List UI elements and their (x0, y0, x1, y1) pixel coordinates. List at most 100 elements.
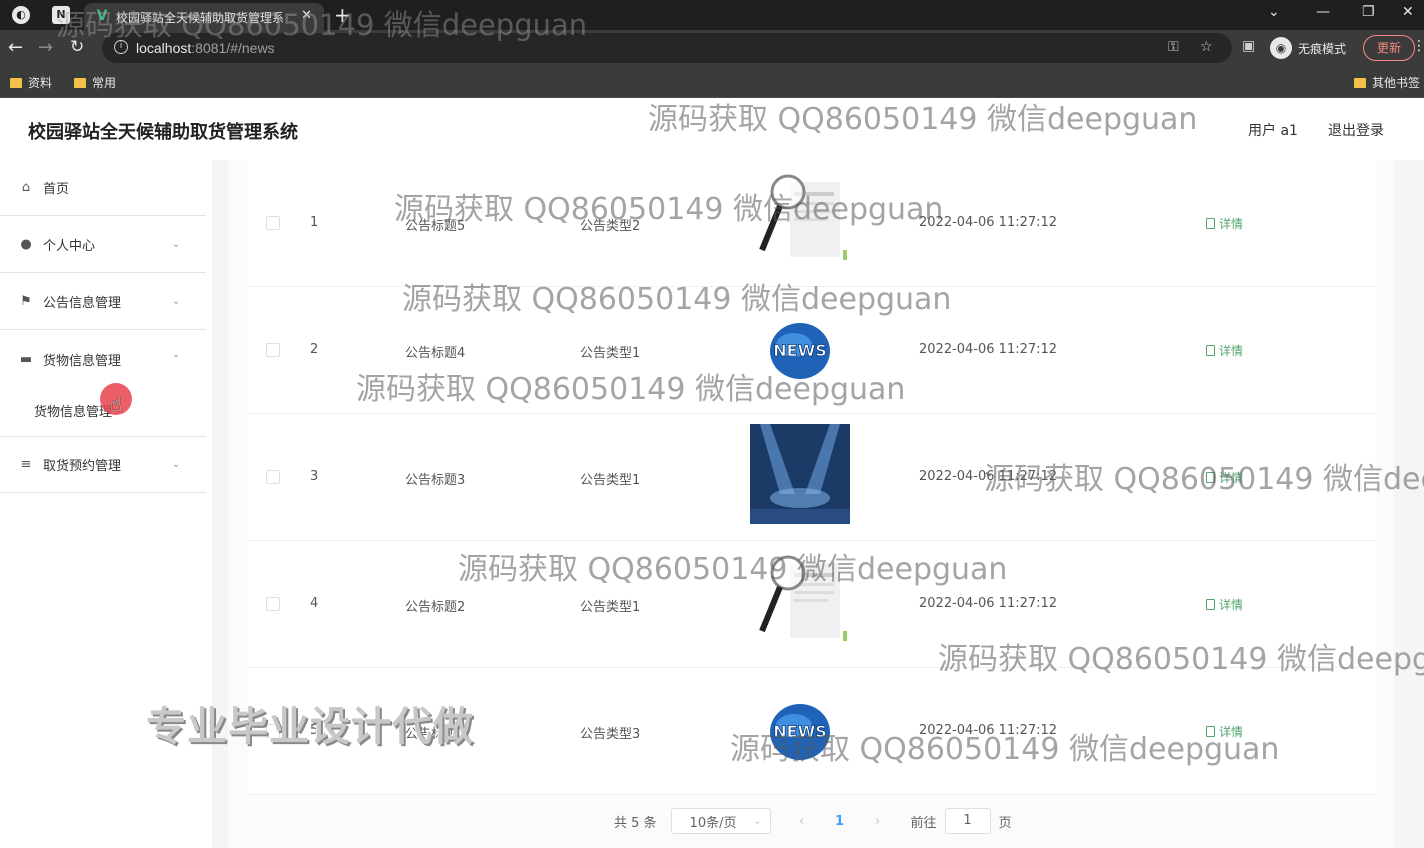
chevron-down-icon: ⌄ (172, 459, 181, 470)
goto-page-input[interactable]: 1 (944, 808, 991, 834)
row-time: 2022-04-06 11:27:12 (919, 215, 1058, 230)
row-checkbox[interactable] (266, 470, 280, 484)
tab-close-icon[interactable]: ✕ (301, 8, 312, 23)
news-globe-image: NEWS (770, 704, 830, 760)
document-icon (1206, 472, 1215, 483)
page-number-current[interactable]: 1 (825, 814, 855, 829)
bookmark-folder-other[interactable]: 其他书签 (1354, 74, 1420, 91)
page-suffix: 页 (998, 815, 1012, 831)
goto-label: 前往 (910, 815, 937, 831)
detail-link[interactable]: 详情 (1206, 469, 1243, 486)
reload-icon[interactable]: ↻ (70, 37, 84, 57)
row-checkbox[interactable] (266, 597, 280, 611)
key-icon[interactable]: ⚿ (1168, 39, 1179, 55)
more-menu-icon[interactable]: ⋮ (1412, 38, 1424, 54)
user-label: 用户 a1 (1248, 123, 1298, 139)
detail-link[interactable]: 详情 (1206, 342, 1243, 359)
back-icon[interactable]: ← (8, 37, 23, 58)
row-type: 公告类型2 (580, 219, 641, 234)
table-row: 5 公告标题1 公告类型3 NEWS 2022-04-06 11:27:12 详… (248, 668, 1376, 795)
main-content: 1 公告标题5 公告类型2 2022-04-06 11:27:12 详情 2 公… (228, 160, 1394, 848)
detail-link[interactable]: 详情 (1206, 215, 1243, 232)
table-row: 2 公告标题4 公告类型1 NEWS 2022-04-06 11:27:12 详… (248, 287, 1376, 414)
new-tab-button[interactable]: + (334, 3, 351, 27)
row-type: 公告类型1 (580, 346, 641, 361)
home-icon: ⌂ (21, 180, 31, 195)
app-title: 校园驿站全天候辅助取货管理系统 (28, 122, 298, 143)
sidebar: ⌂ 首页 ● 个人中心 ⌄ ⚑ 公告信息管理 ⌄ ▬ 货物信息管理 ⌃ 货物信息… (0, 160, 212, 848)
total-count: 共 5 条 (614, 815, 657, 831)
row-time: 2022-04-06 11:27:12 (919, 469, 1058, 484)
table-row: 1 公告标题5 公告类型2 2022-04-06 11:27:12 详情 (248, 160, 1376, 287)
tab-search-icon[interactable]: ⌄ (1268, 4, 1280, 20)
bookmark-folder-ziliao[interactable]: 资料 (10, 74, 52, 91)
vue-icon: V (96, 8, 108, 24)
site-info-icon[interactable]: i (114, 40, 128, 54)
row-time: 2022-04-06 11:27:12 (919, 342, 1058, 357)
bookmarks-bar: 资料 常用 其他书签 (0, 66, 1424, 98)
svg-text:NEWS: NEWS (773, 722, 827, 741)
tab-title: 校园驿站全天候辅助取货管理系 (116, 11, 285, 25)
forward-icon[interactable]: → (38, 37, 53, 58)
prev-page-button[interactable]: ‹ (787, 814, 817, 829)
folder-icon (1354, 77, 1366, 88)
sidebar-item-goods[interactable]: ▬ 货物信息管理 ⌃ (0, 331, 206, 387)
next-page-button[interactable]: › (863, 814, 893, 829)
row-title: 公告标题1 (405, 727, 466, 742)
ticket-icon: ▬ (19, 351, 33, 367)
detail-link[interactable]: 详情 (1206, 723, 1243, 740)
incognito-label: 无痕模式 (1298, 41, 1347, 56)
row-checkbox[interactable] (266, 343, 280, 357)
bookmark-star-icon[interactable]: ☆ (1200, 39, 1213, 55)
browser-tab-active[interactable]: V 校园驿站全天候辅助取货管理系 ✕ (84, 3, 324, 30)
row-title: 公告标题3 (405, 473, 466, 488)
row-title: 公告标题5 (405, 219, 466, 234)
pinned-tab-icon[interactable]: N (52, 6, 70, 24)
document-icon (1206, 345, 1215, 356)
chevron-down-icon: ⌄ (172, 296, 181, 307)
restore-button[interactable]: ❐ (1362, 4, 1375, 20)
browser-tab-bar: ◐ N V 校园驿站全天候辅助取货管理系 ✕ + ⌄ — ❐ ✕ (0, 0, 1424, 30)
browser-menu-icon[interactable]: ◐ (12, 6, 30, 24)
close-window-button[interactable]: ✕ (1402, 4, 1414, 20)
sidebar-item-pickup[interactable]: ≡ 取货预约管理 ⌄ (0, 436, 206, 493)
sidebar-item-notices[interactable]: ⚑ 公告信息管理 ⌄ (0, 274, 206, 330)
side-panel-icon[interactable]: ▣ (1242, 38, 1255, 54)
chevron-down-icon: ⌄ (753, 815, 762, 827)
list-icon: ≡ (20, 457, 32, 472)
news-globe-image: NEWS (770, 323, 830, 379)
magnifier-news-image (759, 174, 847, 260)
row-title: 公告标题4 (405, 346, 466, 361)
folder-icon (74, 77, 86, 88)
browser-toolbar: ← → ↻ i localhost:8081/#/news ⚿ ☆ ▣ ◉ 无痕… (0, 30, 1424, 66)
pagination: 共 5 条 10条/页 ⌄ ‹ 1 › 前往 1 页 (614, 808, 1012, 834)
row-index: 5 (310, 723, 319, 738)
app-header: 校园驿站全天候辅助取货管理系统 用户 a1 退出登录 (0, 98, 1424, 160)
row-index: 4 (310, 596, 319, 611)
chevron-down-icon: ⌄ (172, 239, 181, 250)
svg-text:NEWS: NEWS (773, 341, 827, 360)
logout-link[interactable]: 退出登录 (1328, 120, 1384, 140)
incognito-indicator[interactable]: ◉ 无痕模式 (1270, 35, 1346, 61)
page-size-select[interactable]: 10条/页 ⌄ (670, 808, 771, 834)
chevron-up-icon: ⌃ (172, 353, 181, 365)
document-icon (1206, 218, 1215, 229)
row-title: 公告标题2 (405, 600, 466, 615)
row-type: 公告类型3 (580, 727, 641, 742)
row-time: 2022-04-06 11:27:12 (919, 596, 1058, 611)
update-button[interactable]: 更新 (1363, 35, 1415, 61)
url-text: localhost:8081/#/news (136, 40, 275, 56)
row-checkbox[interactable] (266, 724, 280, 738)
minimize-button[interactable]: — (1316, 4, 1330, 20)
table-row: 4 公告标题2 公告类型1 2022-04-06 11:27:12 详情 (248, 541, 1376, 668)
bookmark-folder-changyong[interactable]: 常用 (74, 74, 116, 91)
detail-link[interactable]: 详情 (1206, 596, 1243, 613)
row-checkbox[interactable] (266, 216, 280, 230)
document-icon (1206, 726, 1215, 737)
table-row: 3 公告标题3 公告类型1 2022-04-06 11:27:12 详情 (248, 414, 1376, 541)
address-bar[interactable]: i localhost:8081/#/news ⚿ ☆ (102, 33, 1232, 63)
row-index: 1 (310, 215, 319, 230)
row-type: 公告类型1 (580, 473, 641, 488)
sidebar-item-home[interactable]: ⌂ 首页 (0, 160, 206, 216)
sidebar-item-profile[interactable]: ● 个人中心 ⌄ (0, 217, 206, 273)
